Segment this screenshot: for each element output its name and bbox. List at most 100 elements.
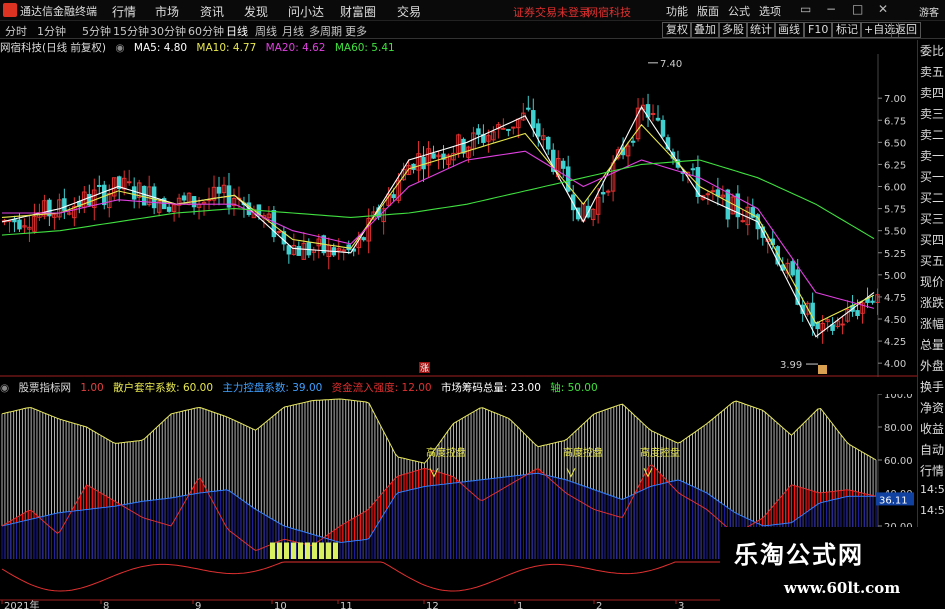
- tool-biaoji[interactable]: 标记: [832, 22, 862, 38]
- low-control-bar: [333, 542, 338, 559]
- menu-banmian[interactable]: 版面: [697, 3, 719, 19]
- y-tick-label: 4.50: [884, 315, 906, 326]
- menu-jiaoyi[interactable]: 交易: [397, 3, 421, 20]
- tool-huaxian[interactable]: 画线: [774, 22, 804, 38]
- side-panel-item[interactable]: 总量: [920, 336, 944, 353]
- side-panel-item[interactable]: 买二: [920, 189, 944, 206]
- guest-label[interactable]: 游客: [919, 4, 939, 19]
- candle-body: [531, 110, 536, 129]
- side-panel-item[interactable]: 净资: [920, 399, 944, 416]
- period-60min[interactable]: 60分钟: [188, 23, 224, 39]
- side-panel-item[interactable]: 卖三: [920, 105, 944, 122]
- side-panel-item[interactable]: 买四: [920, 231, 944, 248]
- candle-body: [166, 206, 172, 212]
- window-icon[interactable]: ▭: [800, 2, 811, 16]
- trade-login-alert[interactable]: 证券交易未登录: [513, 4, 590, 20]
- x-tick-label: 3: [678, 601, 684, 609]
- side-panel-item[interactable]: 卖四: [920, 84, 944, 101]
- side-panel-item[interactable]: 涨幅: [920, 315, 944, 332]
- period-multi[interactable]: 多周期: [309, 23, 342, 39]
- side-panel-item[interactable]: 买一: [920, 168, 944, 185]
- candle-body: [630, 140, 636, 143]
- tool-fuquan[interactable]: 复权: [662, 22, 692, 38]
- period-more[interactable]: 更多: [345, 23, 367, 39]
- low-control-bar: [298, 542, 303, 559]
- candle-body: [740, 220, 746, 223]
- watermark-title: 乐淘公式网: [734, 541, 864, 569]
- side-panel-item[interactable]: 外盘: [920, 357, 944, 374]
- maximize-icon[interactable]: □: [852, 2, 863, 16]
- side-panel-item[interactable]: 14:50: [920, 504, 945, 517]
- ma-line-ma20: [2, 150, 875, 309]
- side-panel-item[interactable]: 自动: [920, 441, 944, 458]
- candle-body: [216, 186, 222, 194]
- high-price-label: 7.40: [660, 59, 682, 70]
- tool-diejia[interactable]: 叠加: [690, 22, 720, 38]
- close-icon[interactable]: ✕: [878, 2, 888, 16]
- side-panel-item[interactable]: 卖五: [920, 63, 944, 80]
- side-panel-item[interactable]: 收益: [920, 420, 944, 437]
- candle-body: [511, 126, 516, 129]
- y-tick-label: 5.50: [884, 227, 906, 238]
- y-tick-label: 6.75: [884, 116, 906, 127]
- indicator-param-3: 主力控盘系数: 39.00: [222, 382, 323, 394]
- side-panel-item[interactable]: 委比: [920, 42, 944, 59]
- indicator-name[interactable]: 股票指标网: [19, 382, 72, 394]
- candle-body: [855, 310, 860, 316]
- zhang-marker-label: 涨: [420, 363, 429, 374]
- side-panel-item[interactable]: 买五: [920, 252, 944, 269]
- ma-settings-icon[interactable]: ◉: [115, 42, 124, 54]
- side-panel-item[interactable]: 卖二: [920, 126, 944, 143]
- period-daily[interactable]: 日线: [226, 23, 248, 39]
- tool-f10[interactable]: F10: [804, 22, 833, 38]
- side-panel-item[interactable]: 行情: [920, 462, 944, 479]
- indicator-y-tick-label: 100.0: [884, 394, 913, 401]
- high-control-annotation: 高度控盘: [640, 446, 680, 459]
- candle-body: [650, 113, 656, 116]
- ma10-label: MA10: 4.77: [196, 42, 257, 54]
- x-tick-label: 1: [517, 601, 523, 609]
- menu-faxian[interactable]: 发现: [244, 3, 268, 20]
- candle-body: [710, 190, 716, 193]
- x-tick-label: 8: [103, 601, 109, 609]
- ma60-label: MA60: 5.41: [334, 42, 395, 54]
- minimize-icon[interactable]: −: [826, 2, 836, 16]
- period-monthly[interactable]: 月线: [282, 23, 304, 39]
- annotation-marker: [566, 468, 576, 478]
- period-30min[interactable]: 30分钟: [150, 23, 186, 39]
- candle-body: [546, 136, 551, 150]
- side-panel-item[interactable]: 换手: [920, 378, 944, 395]
- low-control-bar: [277, 542, 282, 559]
- kline-chart[interactable]: 7.00 6.75 6.50 6.25 6.00 5.75 5.50 5.25 5.00 4.75…: [0, 54, 917, 377]
- low-control-bar: [291, 542, 296, 559]
- x-tick-label: 11: [340, 601, 353, 609]
- menu-zixun[interactable]: 资讯: [200, 3, 224, 20]
- side-panel-item[interactable]: 14:50: [920, 483, 945, 496]
- candle-body: [286, 245, 292, 255]
- period-5min[interactable]: 5分钟: [82, 23, 111, 39]
- indicator-settings-icon[interactable]: ◉: [0, 382, 9, 394]
- period-1min[interactable]: 1分钟: [37, 23, 66, 39]
- period-fenshi[interactable]: 分时: [5, 23, 27, 39]
- menu-gongshi[interactable]: 公式: [728, 3, 750, 19]
- tool-duogu[interactable]: 多股: [718, 22, 748, 38]
- candle-body: [181, 195, 187, 201]
- menu-gongneng[interactable]: 功能: [666, 3, 688, 19]
- menu-xuanxiang[interactable]: 选项: [759, 3, 781, 19]
- side-panel-item[interactable]: 卖一: [920, 147, 944, 164]
- side-panel-item[interactable]: 现价: [920, 273, 944, 290]
- period-weekly[interactable]: 周线: [255, 23, 277, 39]
- tool-fanhui[interactable]: 返回: [891, 22, 921, 38]
- menu-hangqing[interactable]: 行情: [112, 3, 136, 20]
- side-panel-item[interactable]: 涨跌: [920, 294, 944, 311]
- x-tick-label: 9: [195, 601, 201, 609]
- menu-caifuquan[interactable]: 财富圈: [340, 3, 376, 20]
- indicator-info: ◉ 股票指标网 1.00 散户套牢系数: 60.00 主力控盘系数: 39.00…: [0, 380, 604, 394]
- menu-wenxiaoda[interactable]: 问小达: [288, 3, 324, 20]
- side-panel-item[interactable]: 买三: [920, 210, 944, 227]
- menu-shichang[interactable]: 市场: [155, 3, 179, 20]
- y-tick-label: 7.00: [884, 94, 906, 105]
- y-tick-label: 6.50: [884, 138, 906, 149]
- period-15min[interactable]: 15分钟: [113, 23, 149, 39]
- tool-tongji[interactable]: 统计: [746, 22, 776, 38]
